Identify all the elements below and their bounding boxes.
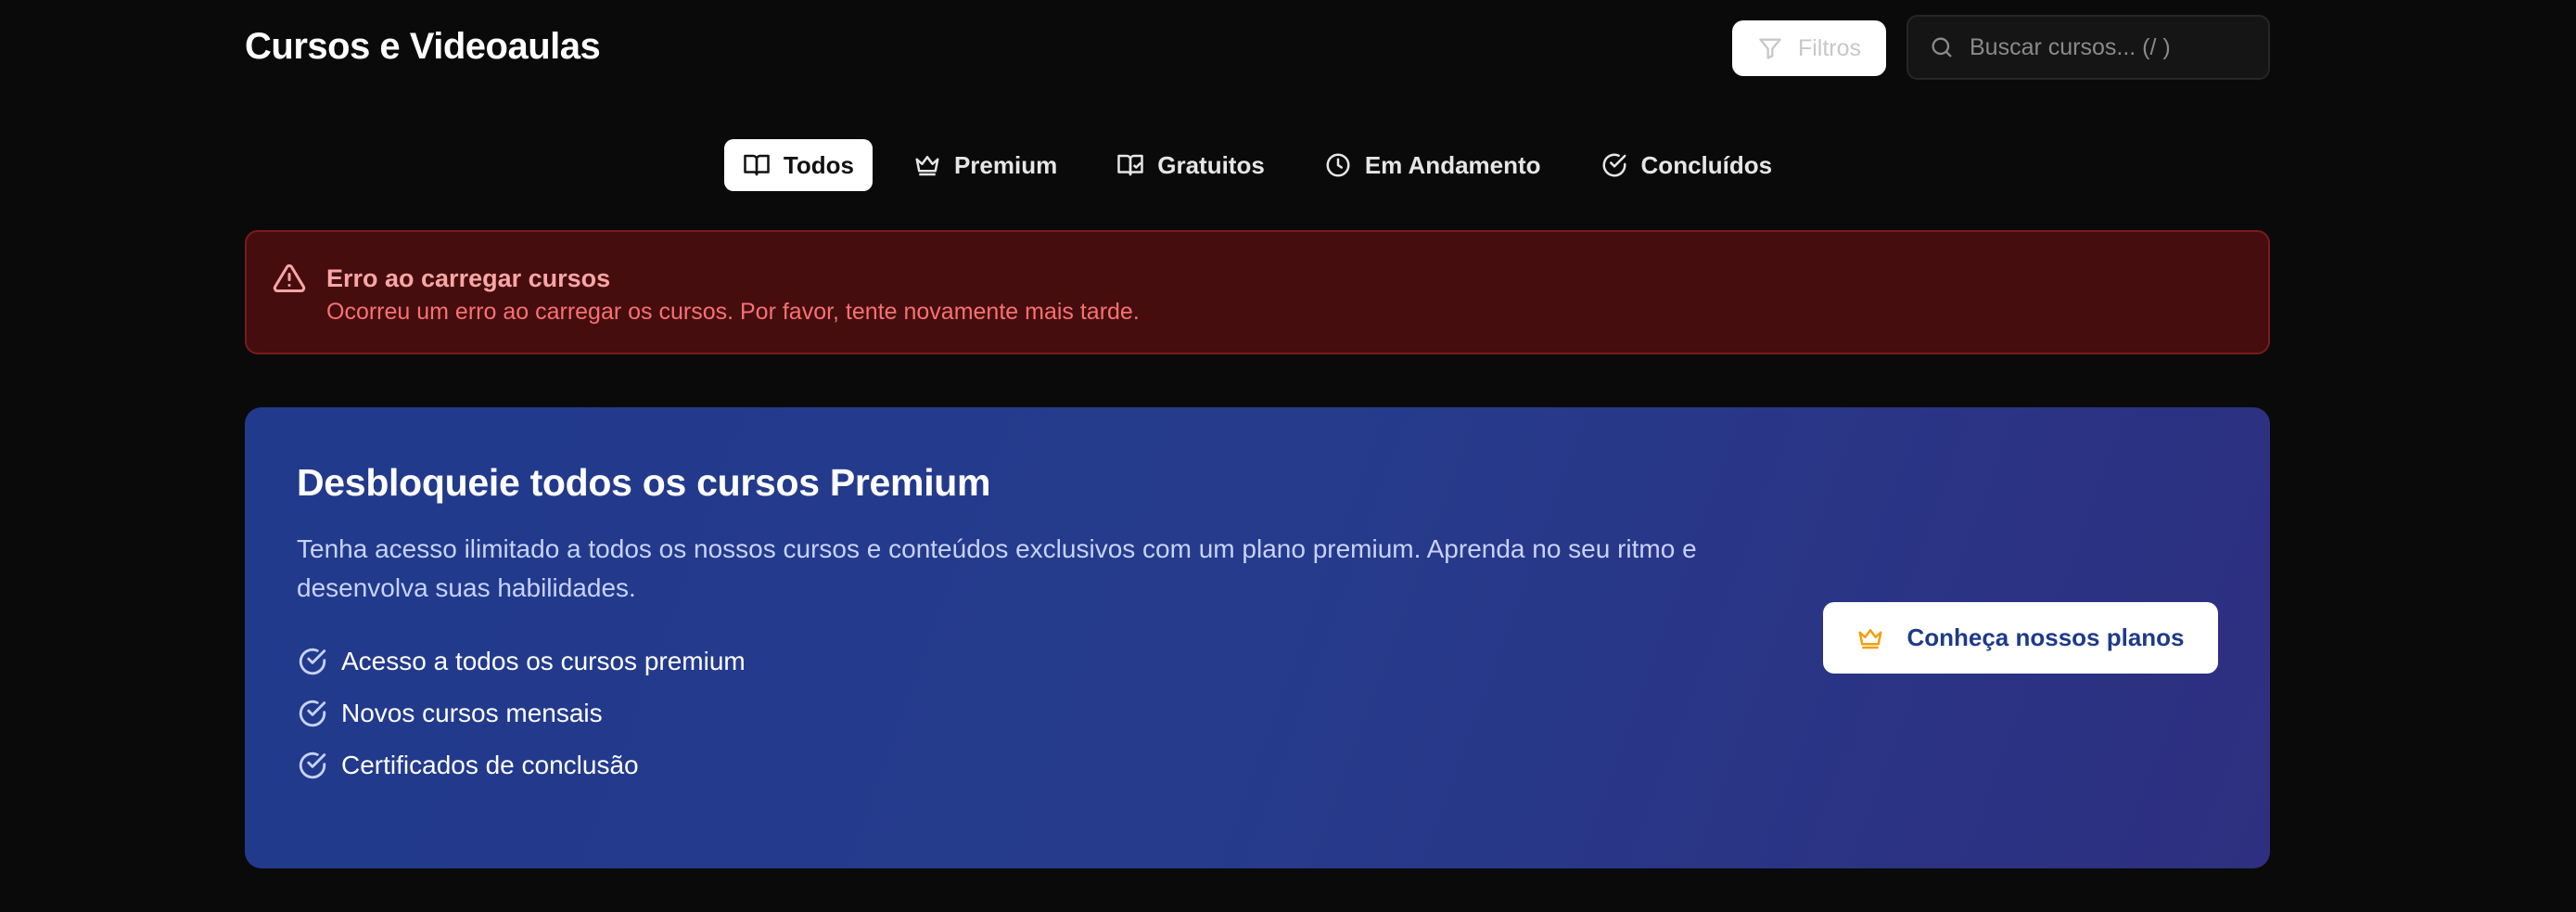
check-circle-icon xyxy=(297,698,328,729)
check-circle-icon xyxy=(297,750,328,781)
filter-icon xyxy=(1757,35,1783,61)
book-icon xyxy=(1116,151,1144,179)
tab-em-andamento[interactable]: Em Andamento xyxy=(1306,139,1560,191)
category-tabs: Todos Premium Gratuitos Em Andamento Con… xyxy=(245,139,2270,191)
tab-label: Concluídos xyxy=(1640,150,1773,179)
error-alert: Erro ao carregar cursos Ocorreu um erro … xyxy=(245,230,2270,354)
feature-item: Certificados de conclusão xyxy=(297,739,746,791)
tab-premium[interactable]: Premium xyxy=(895,139,1076,191)
page: Cursos e Videoaulas Filtros Buscar curso… xyxy=(0,0,2576,912)
search-input[interactable] xyxy=(1970,33,2248,61)
check-circle-icon xyxy=(1600,151,1628,179)
view-plans-label: Conheça nossos planos xyxy=(1906,623,2185,651)
tab-label: Em Andamento xyxy=(1364,150,1541,179)
warning-triangle-icon xyxy=(273,262,306,295)
tab-label: Todos xyxy=(783,150,854,179)
search-icon xyxy=(1929,34,1955,60)
premium-banner: Desbloqueie todos os cursos Premium Tenh… xyxy=(245,407,2270,868)
alert-title: Erro ao carregar cursos xyxy=(326,264,611,292)
alert-text: Erro ao carregar cursos Ocorreu um erro … xyxy=(326,262,1140,328)
main-container: Cursos e Videoaulas Filtros Buscar curso… xyxy=(245,0,2270,868)
feature-item: Acesso a todos os cursos premium xyxy=(297,636,746,687)
tab-label: Premium xyxy=(953,150,1058,179)
premium-title: Desbloqueie todos os cursos Premium xyxy=(297,461,991,504)
book-open-icon xyxy=(743,151,771,179)
alert-message: Ocorreu um erro ao carregar os cursos. P… xyxy=(326,299,1140,325)
premium-description: Tenha acesso ilimitado a todos os nossos… xyxy=(297,534,1697,602)
tab-todos[interactable]: Todos xyxy=(723,139,873,191)
crown-icon xyxy=(913,151,941,179)
feature-label: Acesso a todos os cursos premium xyxy=(341,647,746,675)
premium-features-list: Acesso a todos os cursos premium Novos c… xyxy=(297,636,746,791)
feature-label: Novos cursos mensais xyxy=(341,699,603,727)
crown-icon xyxy=(1856,624,1884,652)
feature-label: Certificados de conclusão xyxy=(341,751,639,779)
filters-label: Filtros xyxy=(1797,34,1862,61)
tab-concluidos[interactable]: Concluídos xyxy=(1582,139,1792,191)
feature-item: Novos cursos mensais xyxy=(297,687,746,739)
search-box[interactable] xyxy=(1906,15,2270,80)
view-plans-button[interactable]: Conheça nossos planos xyxy=(1823,602,2218,674)
check-circle-icon xyxy=(297,646,328,677)
clock-icon xyxy=(1324,151,1352,179)
filters-button[interactable]: Filtros xyxy=(1732,20,1886,76)
header: Cursos e Videoaulas Filtros xyxy=(245,0,2270,98)
page-title: Cursos e Videoaulas xyxy=(245,26,601,67)
tab-label: Gratuitos xyxy=(1157,150,1265,179)
tab-gratuitos[interactable]: Gratuitos xyxy=(1098,139,1283,191)
